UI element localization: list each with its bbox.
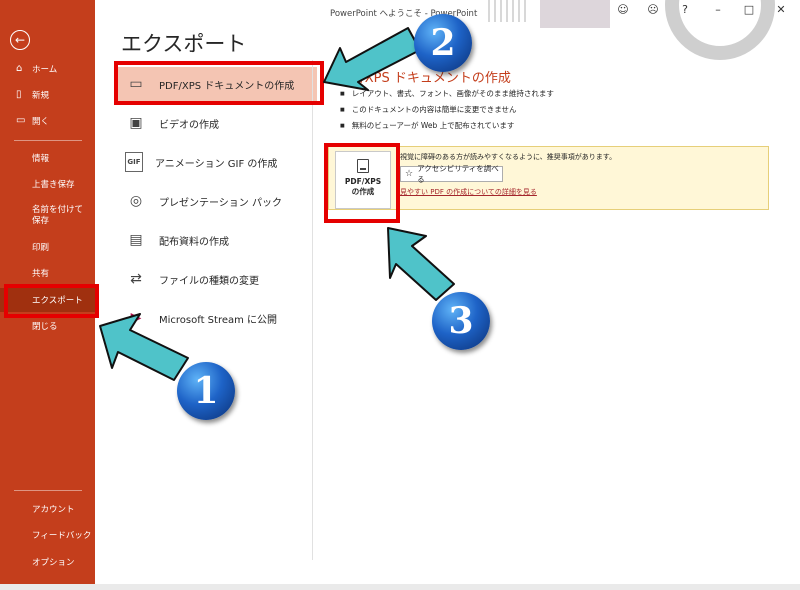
export-option-label: ファイルの種類の変更 — [159, 275, 259, 287]
handout-icon: ▤ — [129, 232, 143, 248]
video-icon: ▣ — [129, 115, 143, 131]
sidebar-item-options[interactable]: オプション — [0, 550, 95, 574]
frown-feedback-icon[interactable]: ☹ — [644, 3, 662, 16]
accessibility-warning: 視覚に障碍のある方が読みやすくなるように、推奨事項があります。 — [400, 153, 617, 161]
list-item: このドキュメントの内容は簡単に変更できません — [340, 102, 554, 118]
new-document-icon: ▯ — [16, 89, 22, 100]
sidebar-item-save[interactable]: 上書き保存 — [0, 172, 95, 196]
sidebar-item-new[interactable]: ▯ 新規 — [0, 83, 95, 107]
home-icon: ⌂ — [16, 63, 23, 74]
export-option-video[interactable]: ▣ ビデオの作成 — [117, 106, 317, 140]
sidebar-item-label: 印刷 — [32, 243, 50, 253]
check-accessibility-label: アクセシビリティを調べる — [417, 164, 499, 184]
sidebar-item-print[interactable]: 印刷 — [0, 235, 95, 259]
detail-bullet-list: レイアウト、書式、フォント、画像がそのまま維持されます このドキュメントの内容は… — [340, 86, 554, 134]
step-badge-1: 1 — [177, 362, 235, 420]
maximize-icon[interactable]: □ — [740, 3, 758, 16]
highlight-box-pdf-option — [114, 61, 324, 105]
sidebar-item-open[interactable]: ▭ 開く — [0, 109, 95, 133]
highlight-box-export — [4, 284, 99, 318]
sidebar-item-label: 閉じる — [32, 322, 58, 332]
sidebar-item-home[interactable]: ⌂ ホーム — [0, 57, 95, 81]
help-icon[interactable]: ? — [676, 3, 694, 16]
page-title: エクスポート — [121, 32, 247, 56]
step-badge-3: 3 — [432, 292, 490, 350]
title-decoration-block — [540, 0, 610, 28]
open-folder-icon: ▭ — [16, 115, 26, 126]
taskbar-strip — [0, 584, 800, 590]
sidebar-divider — [14, 140, 82, 141]
sidebar-item-info[interactable]: 情報 — [0, 146, 95, 170]
tutorial-arrow-1 — [99, 313, 189, 381]
sidebar-item-label: 情報 — [32, 154, 50, 164]
learn-more-link[interactable]: 見やすい PDF の作成についての詳細を見る — [400, 187, 537, 197]
sidebar-item-label: オプション — [32, 558, 75, 568]
sidebar-item-label: 共有 — [32, 269, 50, 279]
back-arrow-icon[interactable]: ← — [10, 30, 30, 50]
gif-icon: GIF — [125, 152, 143, 172]
minimize-icon[interactable]: – — [709, 3, 727, 16]
sidebar-item-account[interactable]: アカウント — [0, 497, 95, 521]
sidebar-item-save-as[interactable]: 名前を付けて保存 — [0, 199, 95, 233]
export-option-change-type[interactable]: ⇄ ファイルの種類の変更 — [117, 262, 317, 296]
list-item: 無料のビューアーが Web 上で配布されています — [340, 118, 554, 134]
tutorial-arrow-2 — [323, 27, 421, 91]
sidebar-item-label: 名前を付けて保存 — [32, 205, 84, 226]
sidebar-item-label: ホーム — [32, 65, 58, 75]
sidebar-item-share[interactable]: 共有 — [0, 261, 95, 285]
sidebar-item-label: アカウント — [32, 505, 75, 515]
close-icon[interactable]: ✕ — [772, 3, 790, 16]
check-accessibility-button[interactable]: ☆ アクセシビリティを調べる — [400, 164, 503, 184]
package-icon: ◎ — [129, 193, 143, 209]
highlight-box-pdf-button — [324, 143, 400, 223]
export-option-label: プレゼンテーション パック — [159, 197, 282, 209]
sidebar-item-feedback[interactable]: フィードバック — [0, 523, 95, 547]
export-option-label: ビデオの作成 — [159, 119, 219, 131]
export-option-handout[interactable]: ▤ 配布資料の作成 — [117, 223, 317, 257]
panel-divider — [312, 60, 313, 560]
sidebar-item-label: 開く — [32, 117, 50, 127]
export-option-label: アニメーション GIF の作成 — [155, 158, 278, 170]
file-type-icon: ⇄ — [130, 271, 142, 287]
sidebar-item-label: 新規 — [32, 91, 50, 101]
export-option-gif[interactable]: GIF アニメーション GIF の作成 — [117, 145, 317, 179]
smile-feedback-icon[interactable]: ☺ — [614, 3, 632, 16]
export-option-package[interactable]: ◎ プレゼンテーション パック — [117, 184, 317, 218]
sidebar-divider — [14, 490, 82, 491]
sidebar-item-label: フィードバック — [32, 531, 92, 541]
step-badge-2: 2 — [414, 14, 472, 72]
export-option-label: 配布資料の作成 — [159, 236, 229, 248]
accessibility-icon: ☆ — [405, 169, 414, 179]
title-decoration-lines — [488, 0, 528, 22]
sidebar-item-label: 上書き保存 — [32, 180, 75, 190]
